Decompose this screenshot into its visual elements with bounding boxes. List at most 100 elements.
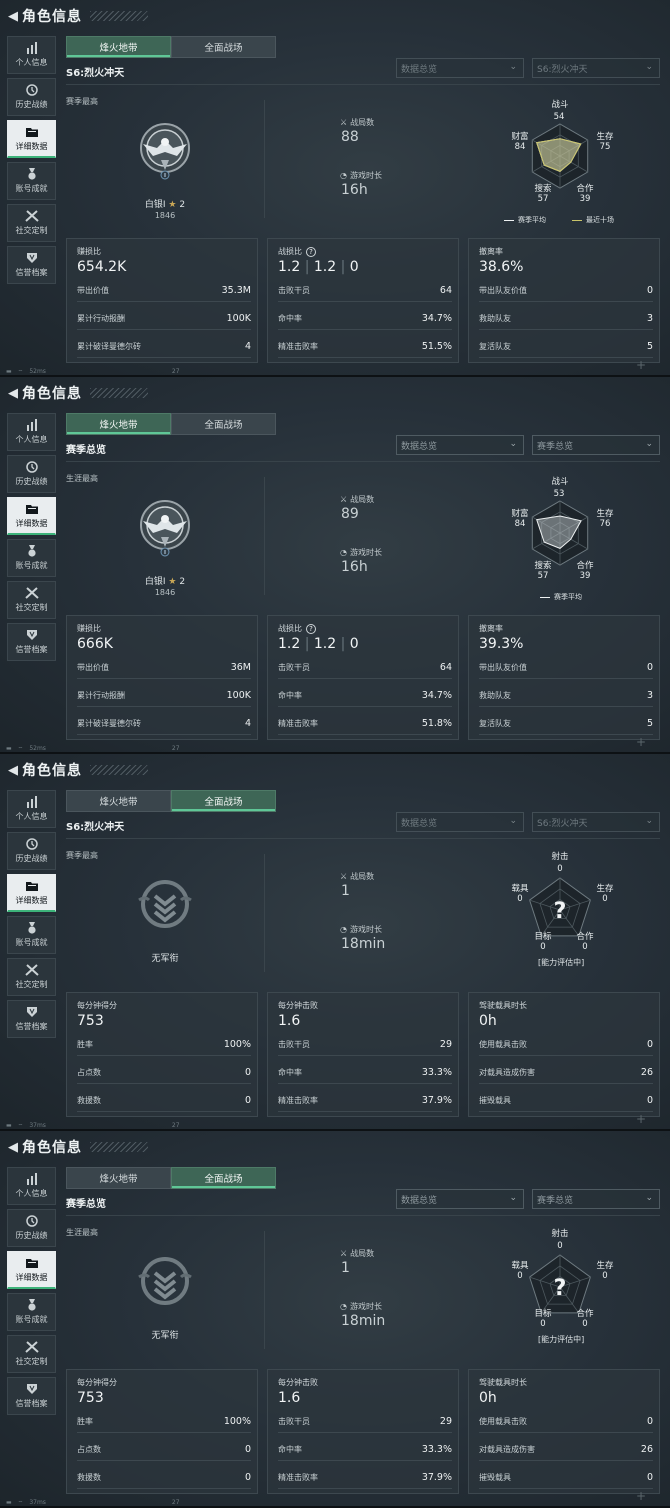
- sidebar: 个人信息历史战绩详细数据账号成就社交定制信誉档案: [7, 413, 56, 665]
- back-arrow-icon[interactable]: ◀: [8, 763, 18, 778]
- rank-stars: 2: [179, 200, 186, 210]
- stat-row: 复活队友 5: [479, 713, 653, 735]
- matches-label-text: 战局数: [350, 872, 375, 881]
- legend-label: 最近十场: [586, 216, 614, 224]
- stat-value: 37.9%: [421, 1095, 452, 1106]
- stat-value: 64: [439, 285, 452, 296]
- mode-tab[interactable]: 烽火地带: [66, 413, 171, 435]
- mode-tab[interactable]: 烽火地带: [66, 1167, 171, 1189]
- card-title: 每分钟击败: [278, 1000, 318, 1011]
- sidebar-item[interactable]: 账号成就: [7, 162, 56, 200]
- matches-label: ⚔ 战局数: [340, 871, 374, 882]
- mode-tab[interactable]: 全面战场: [171, 413, 276, 435]
- crossed-swords-icon: ⚔: [340, 118, 348, 127]
- page-title: 角色信息: [22, 763, 82, 779]
- mode-tab[interactable]: 烽火地带: [66, 36, 171, 58]
- sidebar-item[interactable]: 账号成就: [7, 1293, 56, 1331]
- stat-value: 100%: [223, 1416, 251, 1427]
- season-dropdown[interactable]: S6:烈火冲天 ⌄: [532, 58, 660, 78]
- season-dropdown[interactable]: 赛季总览 ⌄: [532, 1189, 660, 1209]
- stat-label: 胜率: [77, 1417, 93, 1426]
- card-title: 驾驶载具时长: [479, 1377, 527, 1388]
- sidebar-item[interactable]: 历史战绩: [7, 832, 56, 870]
- sidebar-item[interactable]: 历史战绩: [7, 455, 56, 493]
- radar-axis-value: 53: [553, 489, 565, 499]
- stat-value: 0: [646, 1416, 653, 1427]
- sidebar-item[interactable]: 详细数据: [7, 1251, 56, 1289]
- radar-axis-value: 0: [540, 1319, 546, 1329]
- filter-dropdown[interactable]: 数据总览 ⌄: [396, 1189, 524, 1209]
- sidebar-item[interactable]: 社交定制: [7, 204, 56, 242]
- sidebar-item[interactable]: 信誉档案: [7, 1377, 56, 1415]
- sidebar-item[interactable]: 信誉档案: [7, 246, 56, 284]
- playtime-value: 16h: [341, 559, 368, 575]
- sidebar-item-label: 社交定制: [15, 603, 48, 612]
- timer-icon: ◔: [340, 171, 347, 180]
- back-arrow-icon[interactable]: ◀: [8, 1140, 18, 1155]
- sidebar-item[interactable]: 账号成就: [7, 539, 56, 577]
- sidebar-item[interactable]: 个人信息: [7, 1167, 56, 1205]
- sidebar-item[interactable]: 信誉档案: [7, 1000, 56, 1038]
- stat-row: 命中率 34.7%: [278, 685, 452, 707]
- stat-card: 每分钟击败 1.6 击败干员 29 命中率 33.3% 精准击败率 37.9%: [267, 992, 459, 1117]
- sidebar-item[interactable]: 详细数据: [7, 120, 56, 158]
- sidebar-item[interactable]: 社交定制: [7, 581, 56, 619]
- profile-panel: ◀ 角色信息 个人信息 历史战绩 详细数据 账号成就 社交定制 信誉档案 烽火地带 全面战场 赛季总…: [0, 377, 670, 754]
- sidebar-item[interactable]: 个人信息: [7, 413, 56, 451]
- back-arrow-icon[interactable]: ◀: [8, 386, 18, 401]
- sidebar-item[interactable]: 详细数据: [7, 874, 56, 912]
- radar-status-note: [能力评估中]: [538, 958, 585, 967]
- filter-dropdown[interactable]: 数据总览 ⌄: [396, 812, 524, 832]
- help-icon[interactable]: ?: [306, 246, 316, 257]
- chevron-down-icon: ⌄: [509, 816, 517, 826]
- filter-dropdown[interactable]: 数据总览 ⌄: [396, 58, 524, 78]
- filter-dropdown[interactable]: 数据总览 ⌄: [396, 435, 524, 455]
- stat-label: 精准击败率: [278, 1096, 318, 1105]
- mode-tab[interactable]: 全面战场: [171, 790, 276, 812]
- chevron-down-icon: ⌄: [645, 62, 653, 72]
- card-main-value: 1.6: [278, 1013, 300, 1029]
- stat-label: 精准击败率: [278, 342, 318, 351]
- crossed-swords-icon: ⚔: [340, 495, 348, 504]
- stat-value: 100K: [226, 690, 251, 701]
- card-title: 每分钟得分: [77, 1000, 117, 1011]
- radar-axis-label: 财富: [511, 509, 529, 519]
- sidebar-item[interactable]: 社交定制: [7, 958, 56, 996]
- season-value: 赛季总览: [537, 1195, 574, 1206]
- stat-row: 累计破译曼德尔砖 4: [77, 713, 251, 735]
- stat-row: 击败干员 64: [278, 657, 452, 679]
- stat-value: 51.5%: [421, 341, 452, 352]
- stat-label: 精准击败率: [278, 1473, 318, 1482]
- stat-row: 累计行动报酬 100K: [77, 685, 251, 707]
- chevron-down-icon: ⌄: [509, 1193, 517, 1203]
- sidebar-item[interactable]: 信誉档案: [7, 623, 56, 661]
- season-title: S6:烈火冲天: [66, 68, 125, 79]
- mode-tab[interactable]: 全面战场: [171, 1167, 276, 1189]
- sidebar-item[interactable]: 详细数据: [7, 497, 56, 535]
- status-bar: ▬ ⌔ 52ms 27: [6, 368, 180, 376]
- sidebar-item[interactable]: 个人信息: [7, 790, 56, 828]
- radar-axis-value: 0: [582, 1319, 588, 1329]
- stat-row: 救助队友 3: [479, 685, 653, 707]
- sidebar-item[interactable]: 社交定制: [7, 1335, 56, 1373]
- stat-label: 使用载具击败: [479, 1040, 527, 1049]
- badge-icon: [25, 1383, 39, 1395]
- season-dropdown[interactable]: S6:烈火冲天 ⌄: [532, 812, 660, 832]
- back-arrow-icon[interactable]: ◀: [8, 9, 18, 24]
- radar-axis-label: 财富: [511, 132, 529, 142]
- sidebar-item[interactable]: 历史战绩: [7, 1209, 56, 1247]
- season-value: 赛季总览: [537, 441, 574, 452]
- profile-panel: ◀ 角色信息个人信息历史战绩详细数据账号成就社交定制信誉档案 烽火地带 全面战场 S6:…: [0, 754, 670, 1131]
- sidebar-item[interactable]: 账号成就: [7, 916, 56, 954]
- mode-tab[interactable]: 全面战场: [171, 36, 276, 58]
- mode-tab[interactable]: 烽火地带: [66, 790, 171, 812]
- sidebar-item[interactable]: 个人信息: [7, 36, 56, 74]
- radar-axis-value: 0: [582, 942, 588, 952]
- sidebar-item[interactable]: 历史战绩: [7, 78, 56, 116]
- season-dropdown[interactable]: 赛季总览 ⌄: [532, 435, 660, 455]
- help-icon[interactable]: ?: [306, 623, 316, 634]
- stat-label: 击败干员: [278, 1040, 310, 1049]
- bar-chart-icon: [25, 1173, 39, 1185]
- stat-row: 摧毁载具 0: [479, 1467, 653, 1489]
- matches-value: 88: [341, 129, 359, 145]
